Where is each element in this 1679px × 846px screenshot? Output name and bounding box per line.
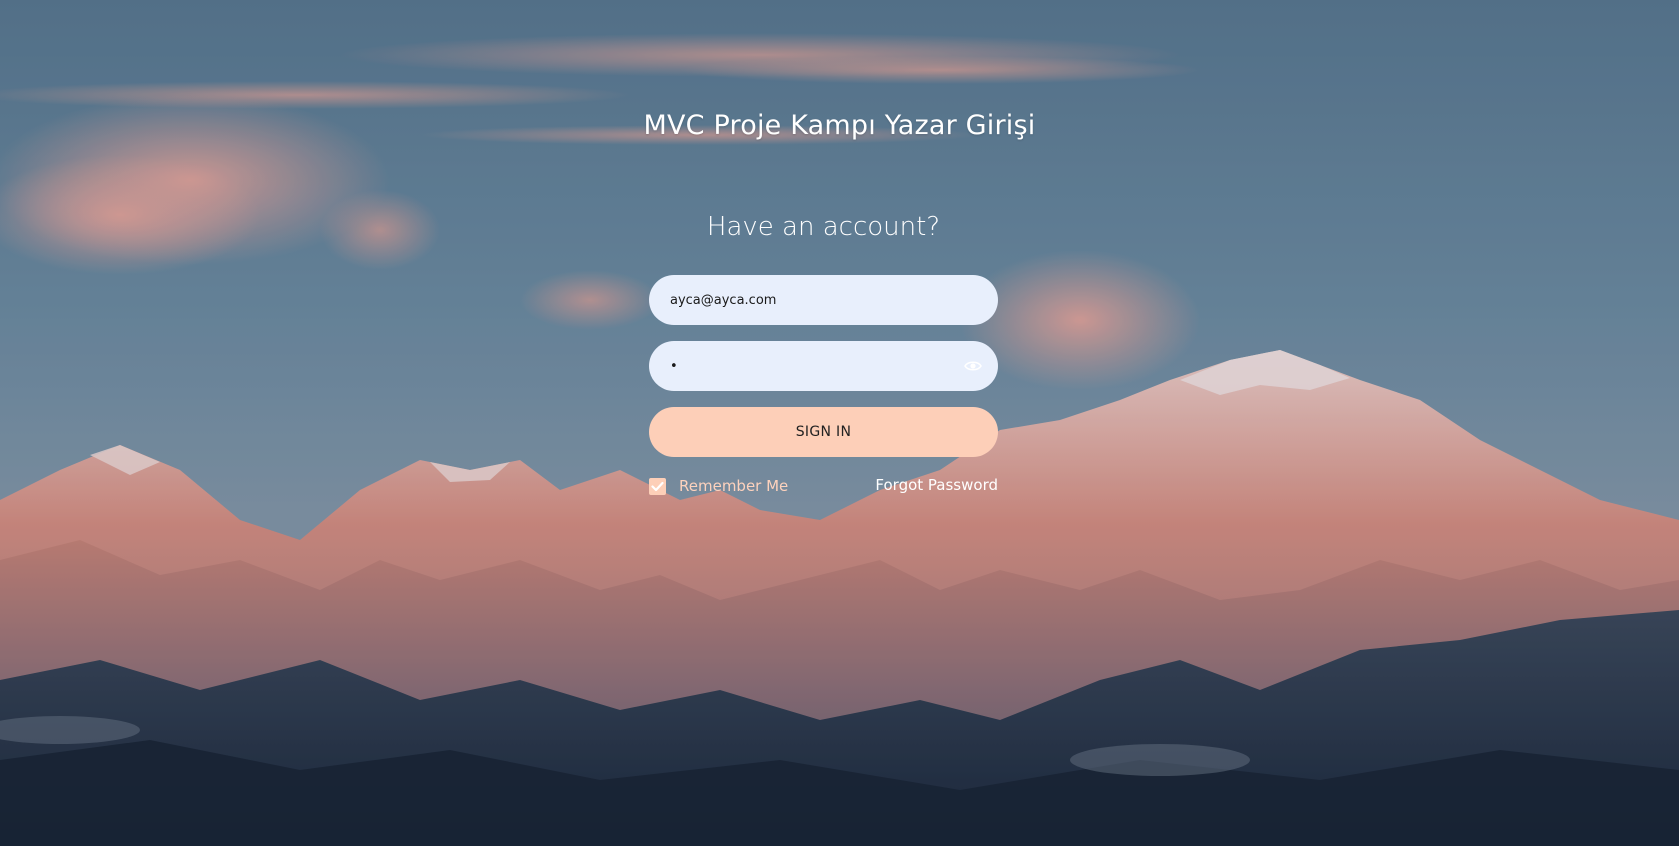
password-field-wrapper	[649, 341, 998, 391]
remember-me-checkbox[interactable]: Remember Me	[649, 477, 788, 495]
login-form: Have an account? SIGN IN Remember Me For	[649, 205, 998, 501]
remember-me-label: Remember Me	[679, 477, 789, 495]
sign-in-button[interactable]: SIGN IN	[649, 407, 998, 457]
page-title: MVC Proje Kampı Yazar Girişi	[643, 110, 1036, 141]
eye-icon[interactable]	[964, 358, 982, 374]
login-options-row: Remember Me Forgot Password	[649, 477, 998, 501]
login-heading: Have an account?	[706, 212, 941, 242]
email-field[interactable]	[649, 275, 998, 325]
password-field[interactable]	[649, 341, 998, 391]
login-page: MVC Proje Kampı Yazar Girişi Have an acc…	[0, 0, 1679, 846]
checkbox-checked-icon[interactable]	[649, 477, 666, 495]
email-field-wrapper	[649, 275, 998, 325]
forgot-password-link[interactable]: Forgot Password	[875, 477, 998, 494]
